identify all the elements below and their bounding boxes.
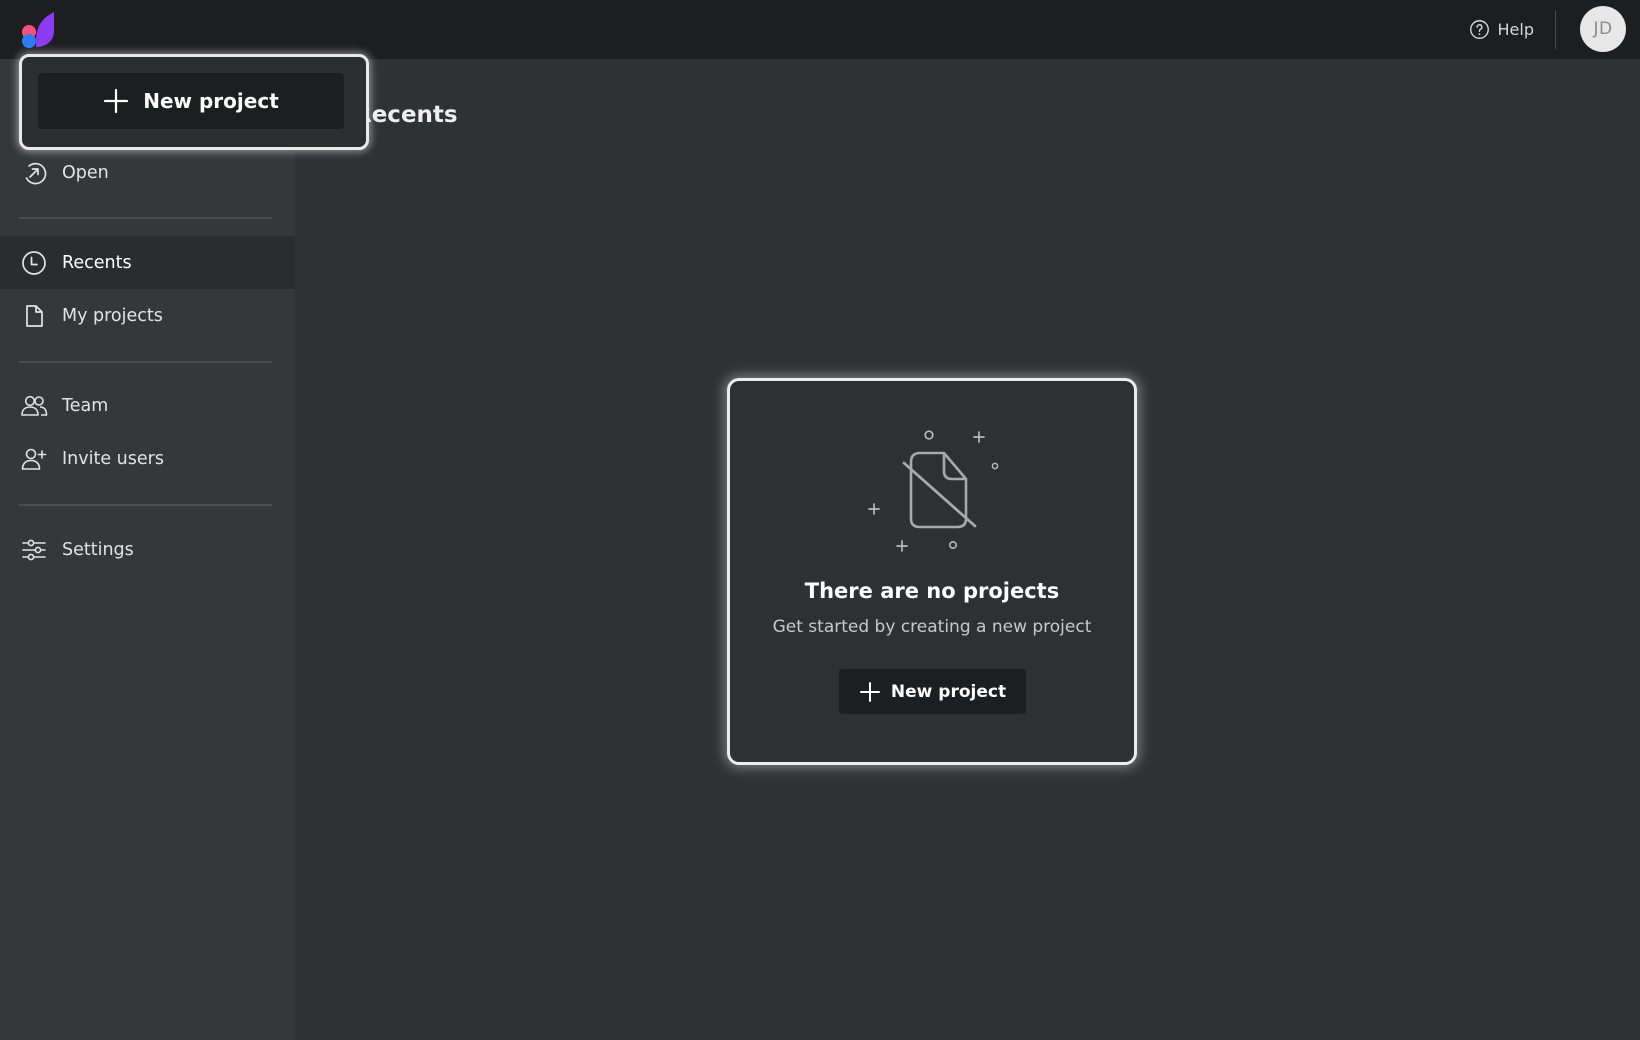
sliders-icon — [22, 539, 46, 560]
no-file-icon — [868, 430, 999, 552]
topbar-divider — [1555, 11, 1556, 49]
empty-state-new-project-button[interactable]: New project — [839, 669, 1026, 714]
sidebar-item-label: Settings — [62, 539, 134, 560]
plus-icon — [859, 681, 880, 702]
new-project-button[interactable]: New project — [38, 73, 344, 129]
app-logo-icon[interactable] — [20, 9, 56, 49]
top-bar: Help JD — [0, 0, 1640, 59]
team-icon — [21, 395, 48, 416]
clock-icon — [22, 250, 46, 275]
sidebar-item-open[interactable]: Open — [0, 146, 295, 199]
page-title: Recents — [354, 102, 458, 128]
sidebar-item-my-projects[interactable]: My projects — [0, 289, 295, 342]
sidebar-item-settings[interactable]: Settings — [0, 523, 295, 576]
empty-state-subtitle: Get started by creating a new project — [772, 617, 1092, 637]
help-link[interactable]: Help — [1469, 0, 1534, 59]
file-icon — [26, 304, 43, 327]
sidebar-item-label: Team — [62, 395, 109, 416]
avatar-initials: JD — [1593, 19, 1613, 39]
help-label: Help — [1497, 20, 1534, 39]
sidebar-divider — [19, 504, 272, 506]
open-arrow-icon — [25, 162, 47, 184]
new-project-label: New project — [143, 89, 279, 113]
sidebar-divider — [19, 361, 272, 363]
sidebar-item-label: Open — [62, 162, 109, 183]
sidebar-item-invite-users[interactable]: Invite users — [0, 432, 295, 485]
sidebar-item-team[interactable]: Team — [0, 379, 295, 432]
sidebar-divider — [19, 217, 272, 219]
sidebar-item-label: My projects — [62, 305, 163, 326]
plus-icon — [104, 88, 129, 114]
user-plus-icon — [21, 448, 47, 470]
empty-state-card: There are no projects Get started by cre… — [727, 378, 1137, 765]
avatar[interactable]: JD — [1580, 6, 1626, 52]
sidebar: Open Recents My projects Team Invite use… — [0, 59, 295, 1040]
empty-state-button-label: New project — [890, 681, 1007, 702]
sidebar-item-label: Invite users — [62, 448, 164, 469]
sidebar-item-label: Recents — [62, 252, 132, 273]
new-project-highlight: New project — [19, 54, 369, 150]
empty-state-title: There are no projects — [804, 579, 1060, 603]
sidebar-item-recents[interactable]: Recents — [0, 236, 295, 289]
help-icon — [1469, 20, 1489, 39]
